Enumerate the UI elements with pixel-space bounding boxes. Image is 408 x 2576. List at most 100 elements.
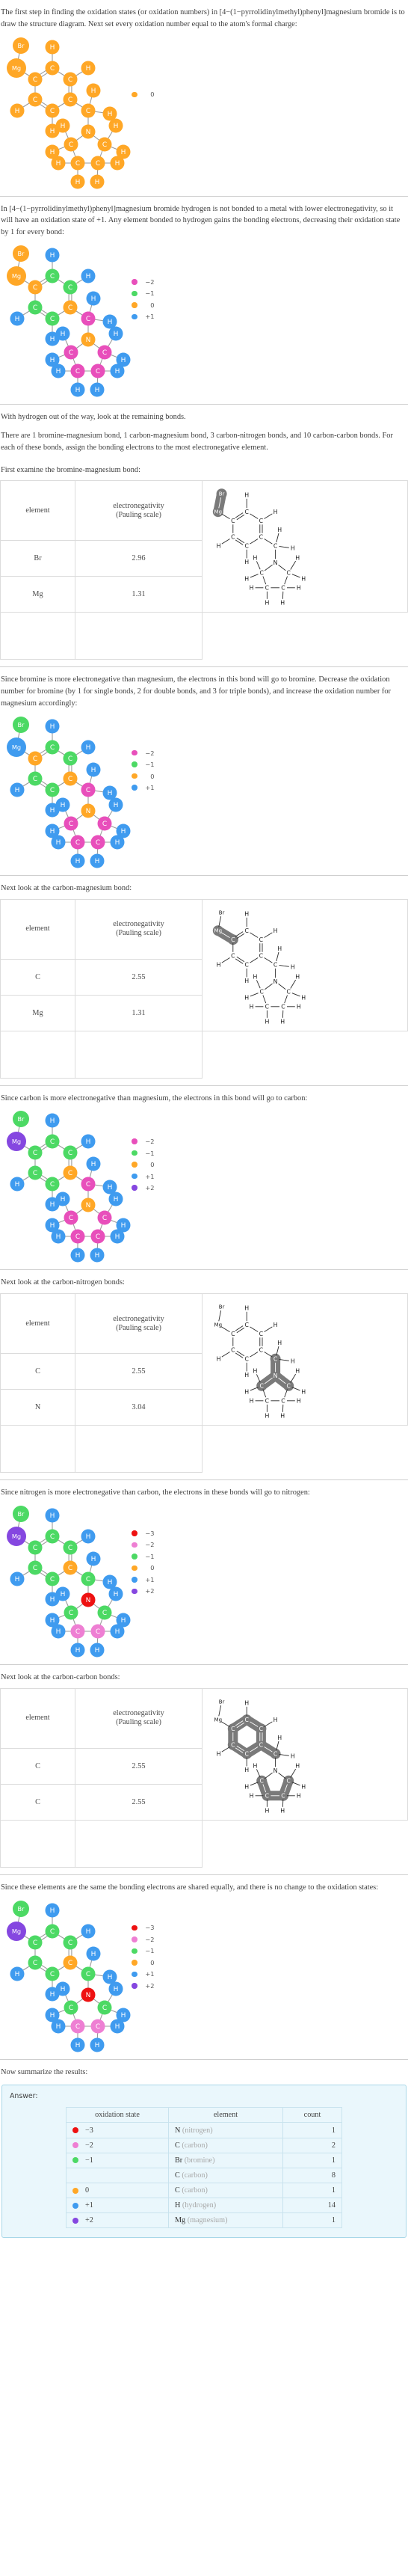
svg-text:C: C — [231, 518, 235, 524]
svg-text:H: H — [50, 128, 55, 135]
svg-text:C: C — [86, 1576, 90, 1583]
svg-text:C: C — [259, 1777, 264, 1784]
element-electronegativity: 1.31 — [75, 576, 203, 613]
element-name: (carbon) — [182, 2171, 208, 2180]
svg-text:H: H — [75, 1647, 81, 1655]
svg-text:C: C — [69, 1215, 73, 1223]
legend-item: +1 — [132, 782, 155, 794]
blank-cell — [75, 612, 203, 660]
svg-text:C: C — [244, 509, 249, 515]
svg-text:C: C — [68, 776, 72, 783]
legend-color-dot — [132, 1554, 137, 1560]
answer-row: C (carbon) 8 — [66, 2167, 342, 2183]
svg-text:H: H — [50, 1907, 55, 1915]
svg-text:H: H — [114, 1591, 119, 1598]
svg-text:C: C — [231, 1741, 235, 1748]
legend-color-dot — [132, 1138, 137, 1144]
svg-text:H: H — [50, 1202, 55, 1209]
brmg-paragraph: Since bromine is more electronegative th… — [1, 675, 392, 708]
svg-text:C: C — [75, 1234, 80, 1242]
svg-text:H: H — [86, 65, 91, 73]
svg-text:C: C — [33, 284, 37, 292]
svg-text:H: H — [115, 1628, 120, 1636]
svg-text:C: C — [69, 1610, 73, 1617]
svg-text:C: C — [50, 787, 55, 794]
svg-text:C: C — [33, 1545, 37, 1552]
svg-text:H: H — [217, 1750, 221, 1757]
molecule-diagram-cn: Br Mg C C H C H C C C H H C H H N C C H H H H C C H H H H −3 −2 −1 0 +1 +… — [0, 1499, 408, 1657]
legend-label: −1 — [145, 1552, 155, 1560]
svg-text:H: H — [265, 1018, 269, 1025]
header-en-line1: electronegativity — [113, 1314, 164, 1323]
svg-text:C: C — [68, 284, 72, 292]
svg-text:C: C — [259, 1726, 264, 1732]
svg-text:Mg: Mg — [214, 509, 222, 515]
svg-text:H: H — [217, 543, 221, 550]
header-element: element — [0, 1293, 75, 1355]
element-electronegativity: 2.55 — [75, 958, 203, 996]
svg-text:C: C — [244, 1750, 249, 1757]
svg-text:H: H — [273, 509, 278, 515]
legend-label: +2 — [145, 1587, 155, 1595]
svg-text:C: C — [231, 936, 235, 942]
legend-item: 0 — [132, 299, 155, 311]
svg-text:N: N — [86, 1992, 91, 1999]
svg-text:H: H — [253, 973, 257, 980]
svg-text:H: H — [295, 1368, 300, 1375]
element-symbol: N — [0, 1389, 75, 1426]
svg-text:Mg: Mg — [12, 1533, 21, 1540]
table-header-row: element electronegativity (Pauling scale… — [0, 898, 408, 1031]
svg-text:H: H — [108, 1974, 113, 1981]
svg-text:C: C — [102, 141, 107, 149]
element-cell: C (carbon) — [168, 2167, 283, 2183]
svg-text:H: H — [244, 576, 249, 583]
oxidation-legend: −3 −2 −1 0 +1 +2 — [132, 1922, 155, 1992]
svg-text:C: C — [259, 1331, 264, 1337]
svg-text:H: H — [297, 585, 301, 592]
answer-row: −2 C (carbon) 2 — [66, 2137, 342, 2153]
header-element: element — [168, 2107, 283, 2123]
svg-text:H: H — [95, 858, 100, 865]
cmg-paragraph: Since carbon is more electronegative tha… — [1, 1094, 308, 1103]
legend-color-dot — [132, 749, 137, 756]
hydrogen-paragraph: In [4−(1−pyrrolidinylmethyl)phenyl]magne… — [1, 204, 401, 237]
legend-label: +1 — [145, 313, 155, 321]
svg-text:H: H — [244, 559, 249, 565]
svg-text:H: H — [250, 1003, 254, 1010]
svg-text:H: H — [91, 88, 96, 95]
legend-item: 0 — [132, 1563, 155, 1574]
legend-label: −2 — [145, 1541, 155, 1549]
svg-text:C: C — [86, 108, 90, 115]
blank-cell — [0, 1030, 75, 1079]
legend-item: −1 — [132, 288, 155, 300]
header-en-line1: electronegativity — [113, 919, 164, 928]
cmg-step-section: Since carbon is more electronegative tha… — [0, 1086, 408, 1270]
oxidation-state-cell: −2 — [66, 2137, 169, 2153]
svg-text:H: H — [121, 357, 126, 364]
svg-text:H: H — [50, 1617, 55, 1625]
legend-item: 0 — [132, 89, 155, 101]
bond-overview-line1: With hydrogen out of the way, look at th… — [1, 413, 186, 422]
svg-text:C: C — [50, 273, 55, 280]
svg-text:C: C — [50, 744, 55, 752]
legend-item: −2 — [132, 747, 155, 759]
svg-text:H: H — [15, 787, 20, 794]
element-cell: C (carbon) — [168, 2182, 283, 2199]
oxidation-state-value: −3 — [85, 2126, 93, 2135]
svg-text:Mg: Mg — [12, 64, 21, 71]
svg-text:N: N — [273, 559, 278, 566]
element-electronegativity: 2.96 — [75, 540, 203, 577]
svg-text:C: C — [259, 1383, 264, 1390]
svg-text:H: H — [265, 1807, 269, 1814]
svg-text:H: H — [280, 1018, 285, 1025]
oxidation-state-cell: −3 — [66, 2122, 169, 2138]
legend-item: −1 — [132, 758, 155, 770]
svg-text:C: C — [50, 1533, 55, 1541]
svg-text:C: C — [50, 1182, 55, 1189]
answer-box: Answer: oxidation state element count −3… — [1, 2085, 407, 2239]
header-element: element — [0, 480, 75, 542]
legend-label: −2 — [145, 1138, 155, 1146]
svg-text:H: H — [50, 1223, 55, 1230]
svg-text:H: H — [295, 973, 300, 980]
svg-text:Mg: Mg — [12, 743, 21, 751]
